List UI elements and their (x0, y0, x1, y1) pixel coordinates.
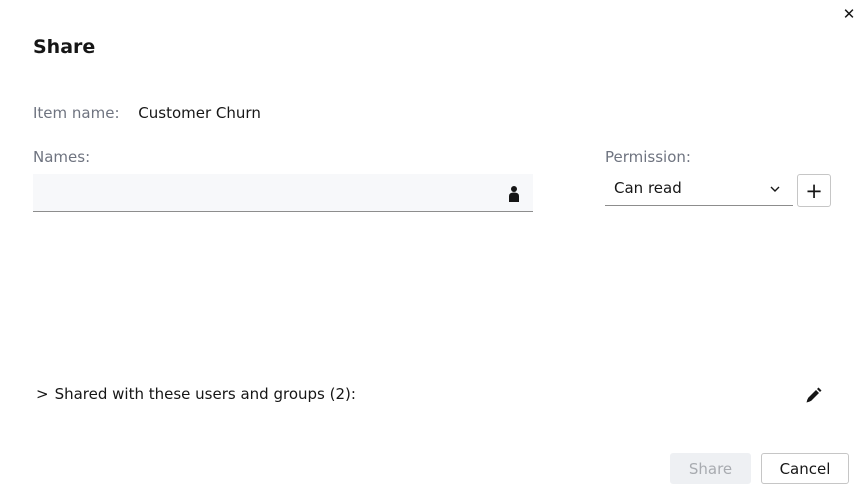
permission-selected-value: Can read (614, 179, 682, 197)
share-dialog: ✕ Share Item name: Customer Churn Names:… (0, 0, 860, 492)
shared-with-label: Shared with these users and groups (2): (54, 385, 356, 403)
item-name-value: Customer Churn (138, 104, 261, 122)
permission-select[interactable]: Can read (605, 174, 793, 206)
names-label: Names: (33, 148, 91, 166)
share-button[interactable]: Share (670, 453, 751, 484)
chevron-down-icon (770, 186, 780, 192)
permission-label: Permission: (605, 148, 691, 166)
close-icon[interactable]: ✕ (843, 5, 856, 23)
add-button[interactable]: + (797, 174, 831, 207)
plus-icon: + (805, 178, 823, 203)
dialog-title: Share (33, 36, 96, 58)
names-input[interactable] (33, 174, 517, 211)
close-button[interactable]: ✕ (838, 4, 860, 24)
item-name-label: Item name: (33, 104, 120, 122)
names-field[interactable] (33, 174, 533, 212)
item-name-row: Item name: Customer Churn (33, 104, 261, 122)
pencil-icon[interactable] (803, 386, 823, 406)
cancel-button[interactable]: Cancel (761, 453, 849, 484)
expand-caret-icon: > (36, 385, 49, 403)
person-icon[interactable] (507, 185, 521, 203)
shared-with-toggle[interactable]: > Shared with these users and groups (2): (36, 385, 356, 403)
